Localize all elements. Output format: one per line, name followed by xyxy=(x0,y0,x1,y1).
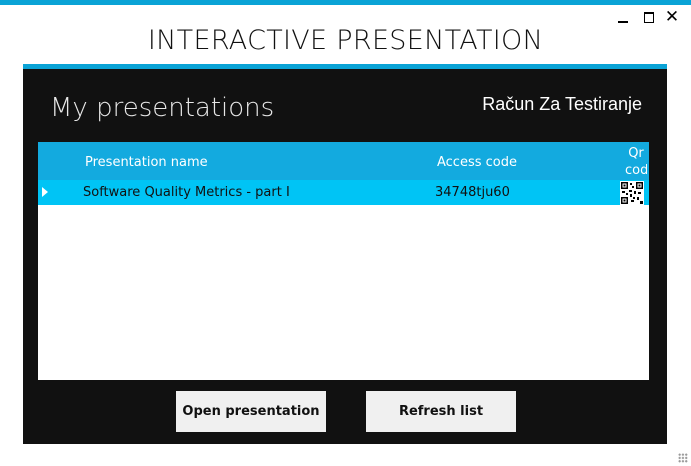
maximize-icon[interactable] xyxy=(641,9,657,25)
app-title: INTERACTIVE PRESENTATION xyxy=(147,25,544,56)
panel-title: My presentations xyxy=(50,93,275,123)
window-accent-bar xyxy=(0,0,691,5)
column-header-qr-code[interactable]: Qr cod xyxy=(625,145,647,179)
column-header-access-code[interactable]: Access code xyxy=(437,155,517,170)
row-selector-icon xyxy=(42,187,48,197)
access-code-cell[interactable]: 34748tju60 xyxy=(435,185,510,200)
presentations-panel: My presentations Račun Za Testiranje Pre… xyxy=(23,64,667,444)
qr-code-icon[interactable] xyxy=(620,181,644,205)
grid-header: Presentation name Access code Qr cod xyxy=(38,142,649,180)
refresh-list-button[interactable]: Refresh list xyxy=(366,391,516,432)
open-presentation-button[interactable]: Open presentation xyxy=(176,391,326,432)
column-header-presentation-name[interactable]: Presentation name xyxy=(85,155,208,170)
account-name: Račun Za Testiranje xyxy=(482,94,642,114)
resize-grip-icon[interactable] xyxy=(678,453,688,463)
presentation-name-cell[interactable]: Software Quality Metrics - part I xyxy=(83,185,290,200)
presentations-grid: Presentation name Access code Qr cod Sof… xyxy=(38,142,649,380)
close-icon[interactable]: ✕ xyxy=(664,9,680,26)
minimize-icon[interactable] xyxy=(615,9,631,25)
table-row[interactable]: Software Quality Metrics - part I 34748t… xyxy=(38,180,649,205)
